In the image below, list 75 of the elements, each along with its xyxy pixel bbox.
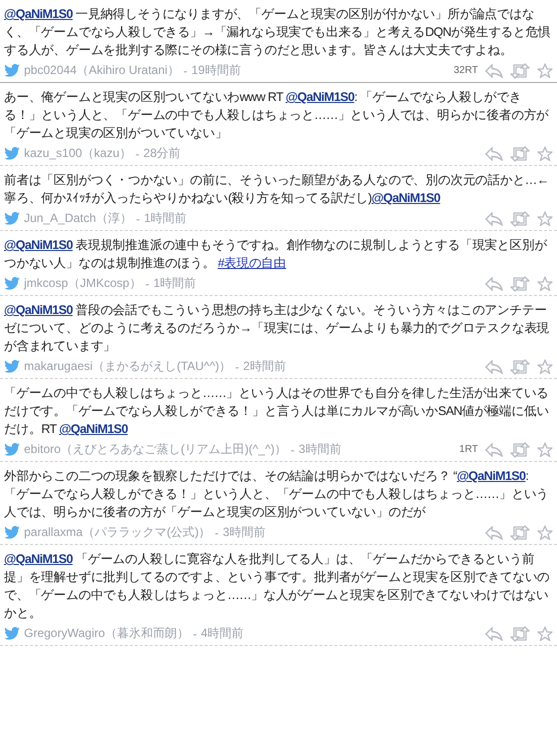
retweet-icon[interactable] bbox=[510, 626, 530, 642]
mention-link[interactable]: @QaNiM1S0 bbox=[456, 469, 526, 483]
retweet-icon[interactable] bbox=[510, 276, 530, 292]
reply-icon[interactable] bbox=[485, 526, 503, 540]
separator: - bbox=[136, 212, 140, 226]
reply-icon[interactable] bbox=[485, 212, 503, 226]
separator: - bbox=[192, 626, 197, 640]
star-icon[interactable] bbox=[537, 146, 553, 162]
star-icon[interactable] bbox=[537, 524, 553, 540]
separator: - bbox=[290, 442, 295, 456]
tweet-text: 前者は「区別がつく・つかない」の前に、そういった願望がある人なので、別の次元の話かと…←寧ろ、何かｽｲｯﾁが入ったらやりかねない(殺り方を知ってる訳だし)@QaNiM1S0 bbox=[4, 172, 550, 207]
separator: - bbox=[183, 64, 188, 78]
bird-icon bbox=[4, 147, 20, 160]
retweet-icon[interactable] bbox=[510, 524, 530, 540]
reply-icon[interactable] bbox=[485, 360, 503, 374]
mention-link[interactable]: @QaNiM1S0 bbox=[4, 7, 73, 21]
user-name[interactable]: ebitoro（えびとろあなご蒸し(リアム上田)(^_^)） bbox=[24, 441, 287, 458]
reply-icon[interactable] bbox=[485, 146, 503, 160]
reply-icon[interactable] bbox=[485, 276, 503, 290]
user-name[interactable]: jmkcosp（JMKcosp） bbox=[24, 275, 142, 292]
bird-icon bbox=[4, 443, 20, 456]
tweet-text: @QaNiM1S0 一見納得しそうになりますが、「ゲームと現実の区別が付かない」所が論点ではなく、「ゲームでなら人殺しできる」→「漏れなら現実でも出来る」と考えるDQNが発生すると危惧する人が、ゲームを批判する際にその様に言うのだと思います。皆さんは大丈夫ですよね。 bbox=[4, 6, 552, 59]
user-name[interactable]: pbc02044（Akihiro Uratani） bbox=[24, 62, 180, 79]
bird-icon bbox=[4, 64, 20, 77]
star-icon[interactable] bbox=[537, 442, 553, 458]
star-icon[interactable] bbox=[537, 358, 553, 374]
retweet-icon[interactable] bbox=[510, 62, 530, 78]
tweet-text: @QaNiM1S0 表現規制推進派の連中もそうですね。創作物なのに規制しようとする「現実と区別がつかない人」なのは規制推進のほう。 #表現の自由 bbox=[4, 237, 548, 272]
tweet-text: @QaNiM1S0 「ゲームの人殺しに寛容な人を批判してる人」は、「ゲームだからできるという前提」を理解せずに批判してるのですよ、という事です。批判者がゲームと現実を区別できてないので、「ゲームの中でも人殺しはちょっと……」な人がゲームと現実を区別できてないわけではないかと。 bbox=[4, 551, 551, 622]
star-icon[interactable] bbox=[537, 276, 553, 292]
retweet-icon[interactable] bbox=[510, 210, 530, 226]
mention-link[interactable]: @QaNiM1S0 bbox=[286, 90, 354, 104]
timestamp[interactable]: 4時間前 bbox=[200, 625, 244, 642]
separator: - bbox=[135, 146, 140, 160]
retweet-count: 1RT bbox=[459, 444, 478, 455]
bird-icon bbox=[4, 526, 20, 539]
mention-link[interactable]: @QaNiM1S0 bbox=[372, 191, 440, 205]
separator: - bbox=[145, 276, 150, 290]
bird-icon bbox=[4, 360, 20, 373]
timestamp[interactable]: 28分前 bbox=[143, 145, 181, 162]
timestamp[interactable]: 3時間前 bbox=[222, 524, 266, 541]
retweet-icon[interactable] bbox=[510, 146, 530, 162]
tweet-text: 外部からこの二つの現象を観察しただけでは、その結論は明らかではないだろ？ “@QaNiM1S0: 「ゲームでなら人殺しができる！」という人と、「ゲームの中でも人殺しはちょっと……」という人では、明らかに後者の方が「ゲームと現実の区別がついていない」のだが bbox=[4, 468, 550, 521]
separator: - bbox=[235, 360, 240, 374]
user-name[interactable]: makarugaesi（まかるがえし(TAU^^)） bbox=[24, 358, 232, 375]
user-name[interactable]: GregoryWagiro（暮氷和而朗） bbox=[24, 625, 189, 642]
bird-icon bbox=[4, 277, 20, 290]
bird-icon bbox=[4, 212, 20, 225]
mention-link[interactable]: @QaNiM1S0 bbox=[4, 303, 73, 317]
star-icon[interactable] bbox=[537, 62, 553, 78]
bird-icon bbox=[4, 627, 20, 640]
timestamp[interactable]: 3時間前 bbox=[298, 441, 342, 458]
star-icon[interactable] bbox=[537, 626, 553, 642]
tweet-text: @QaNiM1S0 普段の会話でもこういう思想の持ち主は少なくない。そういう方々はこのアンチテーゼについて、どのように考えるのだろうか→「現実には、ゲームよりも暴力的でグロテスクな表現が含まれています」 bbox=[4, 302, 550, 355]
mention-link[interactable]: @QaNiM1S0 bbox=[4, 238, 73, 252]
reply-icon[interactable] bbox=[485, 64, 503, 78]
star-icon[interactable] bbox=[537, 210, 553, 226]
separator: - bbox=[214, 526, 219, 540]
hashtag-link[interactable]: #表現の自由 bbox=[218, 256, 286, 270]
retweet-icon[interactable] bbox=[510, 442, 530, 458]
retweet-icon[interactable] bbox=[510, 358, 530, 374]
timestamp[interactable]: 1時間前 bbox=[153, 275, 196, 292]
reply-icon[interactable] bbox=[485, 442, 503, 456]
mention-link[interactable]: @QaNiM1S0 bbox=[59, 422, 128, 436]
tweet-text: 「ゲームの中でも人殺しはちょっと……」という人はその世界でも自分を律した生活が出来ているだけです。「ゲームでなら人殺しができる！」と言う人は単にカルマが高いかSAN値が極端に低いだけ。RT @QaNiM1S0 bbox=[4, 385, 550, 438]
user-name[interactable]: parallaxma（パララックマ(公式)） bbox=[24, 524, 211, 541]
user-name[interactable]: Jun_A_Datch（淳） bbox=[24, 210, 132, 227]
reply-icon[interactable] bbox=[485, 626, 503, 640]
timestamp[interactable]: 2時間前 bbox=[243, 358, 286, 375]
timestamp[interactable]: 1時間前 bbox=[144, 210, 187, 227]
user-name[interactable]: kazu_s100（kazu） bbox=[24, 145, 132, 162]
timestamp[interactable]: 19時間前 bbox=[191, 62, 241, 79]
retweet-count: 32RT bbox=[454, 65, 478, 76]
mention-link[interactable]: @QaNiM1S0 bbox=[4, 552, 73, 566]
tweet-text: あー、俺ゲームと現実の区別ついてないわwww RT @QaNiM1S0: 「ゲームでなら人殺しができる！」という人と、「ゲームの中でも人殺しはちょっと……」という人では、明らかに後者の方が「ゲームと現実の区別がついていない」 bbox=[4, 89, 550, 142]
